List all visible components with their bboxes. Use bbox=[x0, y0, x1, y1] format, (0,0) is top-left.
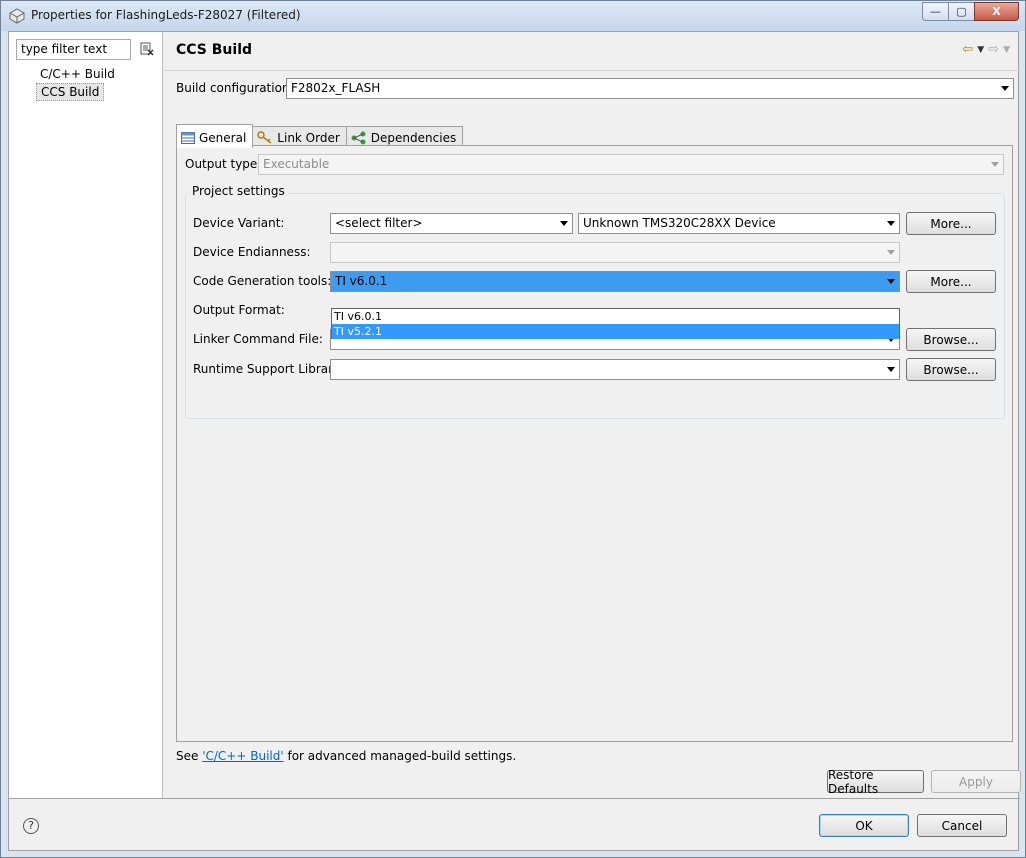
device-endianness-label: Device Endianness: bbox=[193, 245, 311, 259]
dependencies-icon bbox=[351, 131, 366, 145]
tree-item-ccs-build[interactable]: CCS Build bbox=[36, 83, 105, 101]
restore-defaults-button[interactable]: Restore Defaults bbox=[827, 768, 924, 796]
tree-item-cpp-build[interactable]: C/C++ Build bbox=[36, 66, 119, 82]
properties-dialog: Properties for FlashingLeds-F28027 (Filt… bbox=[0, 0, 1026, 858]
device-variant-label: Device Variant: bbox=[193, 216, 285, 230]
rts-browse-button[interactable]: Browse... bbox=[906, 358, 996, 381]
left-panel: type filter text C/C++ Build CCS Build bbox=[9, 32, 163, 798]
linker-cmd-label: Linker Command File: bbox=[193, 332, 323, 346]
cpp-build-link[interactable]: 'C/C++ Build' bbox=[202, 749, 283, 763]
device-more-button[interactable]: More... bbox=[906, 212, 996, 235]
maximize-button[interactable]: ▢ bbox=[948, 2, 975, 21]
footer-suffix: for advanced managed-build settings. bbox=[283, 749, 517, 763]
bottom-separator bbox=[9, 798, 1020, 799]
tab-link-order-label: Link Order bbox=[277, 131, 340, 145]
key-icon bbox=[257, 131, 272, 144]
chevron-down-icon bbox=[991, 162, 999, 167]
ok-button[interactable]: OK bbox=[819, 814, 909, 837]
general-tab-panel: Output type: Executable Project settings… bbox=[176, 145, 1013, 742]
footer-note: See 'C/C++ Build' for advanced managed-b… bbox=[176, 749, 516, 763]
linker-browse-button[interactable]: Browse... bbox=[906, 328, 996, 351]
output-type-select: Executable bbox=[258, 154, 1004, 175]
back-arrow-icon[interactable]: ⇦ bbox=[962, 42, 973, 57]
apply-button[interactable]: Apply bbox=[931, 770, 1021, 793]
codegen-select[interactable]: TI v6.0.1 bbox=[330, 271, 900, 292]
grid-icon bbox=[181, 131, 195, 144]
filter-input[interactable]: type filter text bbox=[16, 39, 131, 60]
project-settings-title: Project settings bbox=[189, 184, 288, 198]
footer-prefix: See bbox=[176, 749, 203, 763]
chevron-down-icon bbox=[1001, 86, 1009, 91]
codegen-option-selected[interactable]: TI v5.2.1 bbox=[332, 324, 899, 339]
page-title: CCS Build bbox=[176, 42, 253, 58]
device-variant-filter-select[interactable]: <select filter> bbox=[330, 213, 573, 234]
codegen-label: Code Generation tools: bbox=[193, 274, 332, 288]
device-endianness-select bbox=[330, 242, 900, 263]
help-icon[interactable]: ? bbox=[23, 818, 39, 834]
build-config-select[interactable]: F2802x_FLASH bbox=[286, 78, 1014, 99]
title-bar: Properties for FlashingLeds-F28027 (Filt… bbox=[1, 1, 1025, 31]
rts-label: Runtime Support Library: bbox=[193, 362, 344, 376]
codegen-more-button[interactable]: More... bbox=[906, 270, 996, 293]
tab-link-order[interactable]: Link Order bbox=[252, 126, 347, 147]
chevron-down-icon bbox=[560, 221, 568, 226]
chevron-down-icon bbox=[887, 279, 895, 284]
property-page: CCS Build ⇦ ▼ ⇨ ▼ Build configuration: F… bbox=[164, 32, 1021, 798]
clear-filter-icon[interactable] bbox=[140, 42, 154, 56]
codegen-option[interactable]: TI v6.0.1 bbox=[332, 309, 899, 324]
tab-bar: General Link Order Dependencies bbox=[176, 124, 464, 148]
forward-arrow-icon[interactable]: ⇨ bbox=[988, 42, 999, 57]
rts-select[interactable] bbox=[330, 359, 900, 380]
chevron-down-icon bbox=[887, 221, 895, 226]
chevron-down-icon bbox=[887, 250, 895, 255]
history-nav: ⇦ ▼ ⇨ ▼ bbox=[962, 42, 1010, 57]
close-button[interactable]: X bbox=[974, 2, 1019, 21]
chevron-down-icon bbox=[887, 367, 895, 372]
dialog-client: type filter text C/C++ Build CCS Build C… bbox=[8, 31, 1021, 851]
tab-general-label: General bbox=[199, 130, 247, 145]
tab-dependencies-label: Dependencies bbox=[370, 131, 457, 145]
window-title: Properties for FlashingLeds-F28027 (Filt… bbox=[31, 8, 301, 22]
tab-general[interactable]: General bbox=[176, 124, 254, 148]
codegen-dropdown-list: TI v6.0.1 TI v5.2.1 bbox=[331, 308, 900, 339]
build-config-label: Build configuration: bbox=[176, 81, 294, 95]
title-separator bbox=[164, 70, 1020, 71]
back-dropdown-icon[interactable]: ▼ bbox=[977, 42, 984, 57]
cancel-button[interactable]: Cancel bbox=[917, 814, 1007, 837]
output-type-label: Output type: bbox=[185, 157, 262, 171]
app-icon bbox=[9, 8, 25, 24]
minimize-button[interactable]: — bbox=[922, 2, 949, 21]
device-variant-select[interactable]: Unknown TMS320C28XX Device bbox=[578, 213, 900, 234]
tab-dependencies[interactable]: Dependencies bbox=[345, 126, 464, 147]
forward-dropdown-icon[interactable]: ▼ bbox=[1003, 42, 1010, 57]
output-format-label: Output Format: bbox=[193, 303, 285, 317]
